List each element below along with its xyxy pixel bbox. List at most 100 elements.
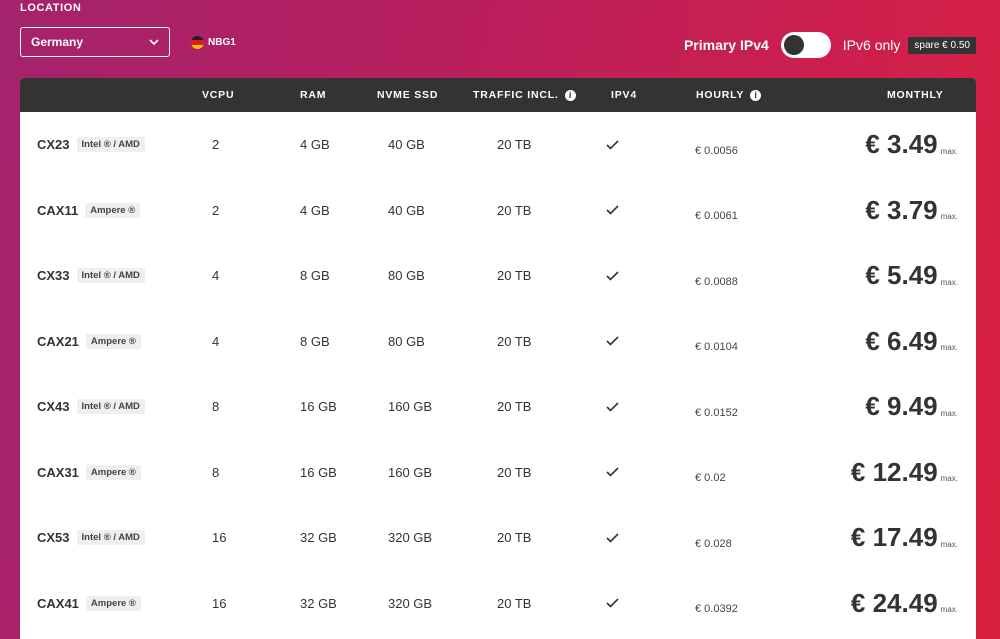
- plan-cell: CAX41 Ampere ®: [37, 571, 141, 637]
- vcpu-value: 2: [212, 202, 220, 218]
- datacenter-label: NBG1: [208, 37, 236, 48]
- ipv4-check-icon: [606, 374, 619, 440]
- info-icon[interactable]: i: [564, 89, 576, 101]
- ipv4-check-icon: [606, 243, 619, 309]
- traffic-value: 20 TB: [497, 530, 532, 546]
- vcpu-value: 16: [212, 530, 227, 546]
- hourly-value: € 0.0392: [695, 603, 738, 616]
- ipv4-check-icon: [606, 112, 619, 178]
- cpu-badge: Intel ® / AMD: [76, 530, 145, 546]
- hourly-value: € 0.0088: [695, 275, 738, 288]
- traffic-value: 20 TB: [497, 202, 532, 218]
- ipv4-check-icon: [606, 309, 619, 375]
- monthly-price: € 6.49 max.: [865, 309, 958, 375]
- monthly-value: € 9.49: [865, 391, 938, 422]
- plan-name: CX43: [37, 399, 70, 415]
- location-select[interactable]: Germany: [20, 27, 170, 57]
- max-label: max.: [940, 277, 958, 287]
- ram-value: 16 GB: [300, 464, 337, 480]
- plan-name: CAX41: [37, 595, 79, 611]
- ssd-value: 320 GB: [388, 595, 433, 611]
- plan-name: CAX31: [37, 464, 79, 480]
- ssd-value: 40 GB: [388, 202, 425, 218]
- ipv6-only-toggle[interactable]: [780, 32, 831, 58]
- cpu-badge: Ampere ®: [85, 464, 141, 480]
- table-row[interactable]: CX33 Intel ® / AMD 4 8 GB 80 GB 20 TB € 0.0088…: [20, 243, 976, 309]
- table-row[interactable]: CX43 Intel ® / AMD 8 16 GB 160 GB 20 TB € 0.01…: [20, 374, 976, 440]
- max-label: max.: [940, 212, 958, 221]
- plan-cell: CX43 Intel ® / AMD: [37, 374, 145, 440]
- info-icon[interactable]: i: [750, 89, 762, 101]
- hourly-value: € 0.0056: [695, 144, 738, 157]
- ipv4-check-icon: [606, 505, 619, 571]
- ssd-value: 80 GB: [388, 333, 425, 349]
- max-label: max.: [940, 408, 958, 418]
- table-row[interactable]: CX23 Intel ® / AMD 2 4 GB 40 GB 20 TB € 0.0056…: [20, 112, 976, 178]
- header-traffic: TRAFFIC INCL. i: [473, 78, 576, 112]
- vcpu-value: 8: [212, 464, 220, 480]
- plan-cell: CX23 Intel ® / AMD: [37, 112, 145, 178]
- table-row[interactable]: CX53 Intel ® / AMD 16 32 GB 320 GB 20 TB € 0.0…: [20, 505, 976, 571]
- max-label: max.: [940, 146, 958, 156]
- traffic-value: 20 TB: [497, 399, 532, 415]
- table-row[interactable]: CAX41 Ampere ® 16 32 GB 320 GB 20 TB € 0.0392 €…: [20, 571, 976, 637]
- plan-cell: CX33 Intel ® / AMD: [37, 243, 145, 309]
- location-select-value: Germany: [31, 35, 84, 49]
- plan-name: CAX11: [37, 202, 79, 218]
- monthly-price: € 12.49 max.: [851, 440, 958, 506]
- max-label: max.: [940, 539, 958, 549]
- monthly-value: € 3.79: [865, 194, 938, 225]
- location-label: LOCATION: [20, 2, 82, 14]
- vcpu-value: 4: [212, 268, 220, 284]
- ram-value: 16 GB: [300, 399, 337, 415]
- hourly-value: € 0.0061: [695, 210, 738, 223]
- toggle-knob: [783, 35, 804, 55]
- ssd-value: 80 GB: [388, 268, 425, 284]
- germany-flag-icon: [191, 36, 204, 49]
- monthly-price: € 17.49 max.: [851, 505, 958, 571]
- traffic-value: 20 TB: [497, 333, 532, 349]
- vcpu-value: 4: [212, 333, 220, 349]
- header-monthly-label: MONTHLY: [887, 89, 944, 101]
- monthly-price: € 3.79 max.: [865, 178, 958, 244]
- monthly-value: € 5.49: [865, 260, 938, 291]
- table-row[interactable]: CAX11 Ampere ® 2 4 GB 40 GB 20 TB € 0.0061 € 3.…: [20, 178, 976, 244]
- header-hourly: HOURLY i: [696, 78, 762, 112]
- datacenter-tag: NBG1: [191, 36, 236, 49]
- header-ipv4: IPV4: [611, 78, 637, 112]
- ram-value: 8 GB: [300, 333, 330, 349]
- cpu-badge: Ampere ®: [85, 333, 141, 349]
- table-row[interactable]: CAX31 Ampere ® 8 16 GB 160 GB 20 TB € 0.02 € 12…: [20, 440, 976, 506]
- monthly-value: € 6.49: [865, 325, 938, 356]
- hourly-value: € 0.0152: [695, 406, 738, 419]
- header-hourly-label: HOURLY: [696, 89, 745, 101]
- ssd-value: 320 GB: [388, 530, 433, 546]
- ipv4-check-icon: [606, 440, 619, 506]
- ram-value: 32 GB: [300, 595, 337, 611]
- plan-cell: CAX21 Ampere ®: [37, 309, 141, 375]
- header-vcpu: VCPU: [202, 78, 234, 112]
- traffic-value: 20 TB: [497, 464, 532, 480]
- max-label: max.: [940, 343, 958, 352]
- cpu-badge: Intel ® / AMD: [76, 399, 145, 415]
- monthly-value: € 17.49: [850, 522, 938, 553]
- table-row[interactable]: CAX21 Ampere ® 4 8 GB 80 GB 20 TB € 0.0104 € 6.…: [20, 309, 976, 375]
- monthly-value: € 12.49: [850, 456, 938, 487]
- ip-options: Primary IPv4 IPv6 only spare € 0.50: [684, 32, 976, 58]
- max-label: max.: [940, 605, 958, 614]
- header-ipv4-label: IPV4: [611, 89, 637, 101]
- header-traffic-label: TRAFFIC INCL.: [473, 89, 559, 101]
- vcpu-value: 2: [212, 137, 220, 153]
- vcpu-value: 16: [212, 595, 227, 611]
- max-label: max.: [940, 474, 958, 483]
- cpu-badge: Ampere ®: [85, 202, 141, 218]
- hourly-value: € 0.02: [695, 472, 726, 485]
- plan-cell: CAX31 Ampere ®: [37, 440, 141, 506]
- header-vcpu-label: VCPU: [202, 89, 235, 101]
- cpu-badge: Ampere ®: [85, 595, 141, 611]
- ipv4-check-icon: [606, 571, 619, 637]
- hourly-value: € 0.0104: [695, 341, 738, 354]
- monthly-price: € 5.49 max.: [865, 243, 958, 309]
- header-ssd-label: NVME SSD: [377, 89, 439, 101]
- ram-value: 8 GB: [300, 268, 330, 284]
